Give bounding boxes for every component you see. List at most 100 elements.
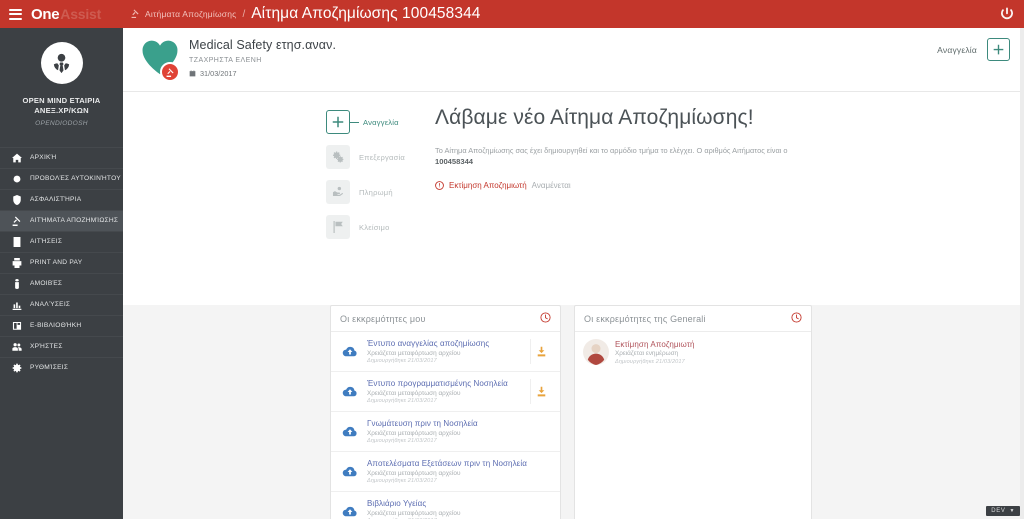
clock-alert-icon (435, 181, 444, 191)
hamburger-icon[interactable] (9, 8, 22, 20)
cloud-upload-icon (339, 464, 361, 480)
list-item[interactable]: Έντυπο αναγγελίας αποζημίωσης Χρειάζεται … (331, 332, 560, 372)
chevron-down-icon: ▼ (1009, 508, 1015, 514)
sidebar-item-label: Print and Pay (30, 259, 83, 266)
chart-icon (11, 300, 22, 310)
list-item-title: Έντυπο προγραμματισμένης Νοσηλεία (367, 379, 508, 388)
brand-primary-text: One (31, 5, 60, 23)
list-item-text: Βιβλιάριο Υγείας Χρειάζεται μεταφόρτωση α… (361, 499, 552, 519)
sidebar-item-label: Αναλύσεις (30, 301, 71, 308)
sidebar-item-1[interactable]: Αρχική (0, 146, 123, 168)
gear-icon (11, 363, 22, 373)
sidebar-item-5[interactable]: Αιτήσεις (0, 230, 123, 252)
avatar (40, 42, 83, 84)
step-label: Επεξεργασία (359, 152, 405, 162)
gavel-icon (131, 8, 140, 20)
sidebar-item-2[interactable]: Προβολές Αυτοκινήτου (0, 167, 123, 189)
user-profile: OPEN MIND ETAIPIA ANEΞ.ΧΡ/ΚΩΝ OPENDIODOS… (0, 28, 123, 139)
avatar-icon (583, 339, 609, 365)
users-icon (11, 342, 22, 352)
product-icon-wrap (138, 36, 186, 84)
sidebar-item-label: Αρχική (30, 154, 57, 161)
sidebar-item-label: Προβολές Αυτοκινήτου (30, 175, 121, 182)
step-2[interactable]: Επεξεργασία (326, 145, 426, 169)
sidebar-item-9[interactable]: e-Βιβλιοθήκη (0, 314, 123, 336)
breadcrumb-parent-link[interactable]: Αιτήματα Αποζημίωσης (145, 9, 236, 19)
sidebar-item-3[interactable]: Ασφαλιστήρια (0, 188, 123, 210)
list-item-text: Αποτελέσματα Εξετάσεων πριν τη Νοσηλεία Χ… (361, 459, 552, 484)
list-item[interactable]: Βιβλιάριο Υγείας Χρειάζεται μεταφόρτωση α… (331, 492, 560, 519)
sidebar-item-8[interactable]: Αναλύσεις (0, 293, 123, 315)
coins-icon (11, 278, 22, 289)
list-item-subtitle: Χρειάζεται μεταφόρτωση αρχείου (367, 469, 461, 477)
list-item[interactable]: Εκτίμηση Αποζημιωτή Χρειάζεται ενημέρωση Δ… (575, 332, 811, 372)
list-item-subtitle: Χρειάζεται ενημέρωση (615, 350, 679, 357)
list-item-title: Αποτελέσματα Εξετάσεων πριν τη Νοσηλεία (367, 459, 527, 468)
top-bar: One Assist Αιτήματα Αποζημίωσης / Αίτημα… (0, 0, 1024, 28)
sidebar-item-4[interactable]: Αιτήματα Αποζημίωσης (0, 209, 123, 231)
panel-title: Οι εκκρεμότητες μου (340, 313, 426, 324)
sidebar-item-7[interactable]: Αμοιβές (0, 272, 123, 294)
page-scrollbar[interactable] (1020, 28, 1024, 519)
claim-badge (160, 62, 180, 82)
print-icon (11, 257, 22, 268)
list-item-title: Γνωμάτευση πριν τη Νοσηλεία (367, 419, 478, 428)
step-3[interactable]: Πληρωμή (326, 180, 426, 204)
shield-icon (11, 194, 22, 205)
plus-icon[interactable] (326, 110, 350, 134)
list-item-meta: Δημιουργήθηκε 21/03/2017 (367, 478, 437, 484)
sidebar-nav: Αρχική Προβολές Αυτοκινήτου Ασφαλιστήρια Αι… (0, 146, 123, 378)
panel-my-pending: Οι εκκρεμότητες μου Έντυπο αναγγελίας απ… (330, 305, 561, 519)
circle-icon (11, 174, 22, 184)
clock-icon (791, 310, 802, 328)
policy-header: Medical Safety ετησ.αναν. ΤΖΑΧΡΗΣΤΑ ΕΛΕΝ… (123, 28, 1024, 119)
sidebar-item-label: e-Βιβλιοθήκη (30, 322, 82, 329)
home-icon (11, 153, 22, 163)
brand-logo[interactable]: One Assist (31, 6, 101, 23)
list-item-subtitle: Χρειάζεται μεταφόρτωση αρχείου (367, 429, 461, 437)
claim-number: 100458344 (435, 157, 474, 167)
payment-icon[interactable] (326, 180, 350, 204)
overview-section: Αναγγελία Επεξεργασία Πληρωμή Κλείσιμο Λάβα… (123, 92, 1024, 305)
overview-description-text: Το Αίτημα Αποζημίωσης σας έχει δημιουργη… (435, 146, 788, 155)
gears-icon[interactable] (326, 145, 350, 169)
claim-steps: Αναγγελία Επεξεργασία Πληρωμή Κλείσιμο (326, 110, 426, 250)
list-item[interactable]: Έντυπο προγραμματισμένης Νοσηλεία Χρειάζε… (331, 372, 560, 412)
list-item-meta: Δημιουργήθηκε 21/03/2017 (615, 358, 685, 365)
download-icon[interactable] (530, 339, 552, 364)
download-icon[interactable] (530, 379, 552, 404)
list-item-text: Έντυπο αναγγελίας αποζημίωσης Χρειάζεται … (361, 339, 530, 364)
dev-badge[interactable]: DEV ▼ (986, 506, 1020, 516)
sidebar-item-label: Ρυθμίσεις (30, 364, 69, 371)
sidebar-item-label: Αιτήσεις (30, 238, 63, 245)
app-root: One Assist Αιτήματα Αποζημίωσης / Αίτημα… (0, 0, 1024, 519)
logo-zone: One Assist (0, 0, 123, 28)
list-item-title: Εκτίμηση Αποζημιωτή (615, 339, 695, 349)
plus-icon (993, 44, 1004, 55)
dev-badge-label: DEV (991, 508, 1006, 514)
panel-header: Οι εκκρεμότητες μου (331, 306, 560, 332)
policy-date-text: 31/03/2017 (200, 69, 237, 78)
list-item[interactable]: Αποτελέσματα Εξετάσεων πριν τη Νοσηλεία Χ… (331, 452, 560, 492)
panel-rows: Έντυπο αναγγελίας αποζημίωσης Χρειάζεται … (331, 332, 560, 519)
calendar-icon (189, 70, 196, 77)
breadcrumb-current: Αίτημα Αποζημίωσης 100458344 (251, 5, 481, 22)
sidebar-item-label: Αμοιβές (30, 280, 63, 287)
step-4[interactable]: Κλείσιμο (326, 215, 426, 239)
list-item[interactable]: Γνωμάτευση πριν τη Νοσηλεία Χρειάζεται με… (331, 412, 560, 452)
sidebar-item-10[interactable]: Χρήστες (0, 335, 123, 357)
step-label: Κλείσιμο (359, 222, 390, 232)
sidebar-item-6[interactable]: Print and Pay (0, 251, 123, 273)
document-icon (11, 236, 22, 247)
step-1[interactable]: Αναγγελία (326, 110, 426, 134)
overview-content: Λάβαμε νέο Αίτημα Αποζημίωσης! Το Αίτημα… (435, 106, 944, 190)
list-item-subtitle: Χρειάζεται μεταφόρτωση αρχείου (367, 509, 461, 517)
sidebar-item-11[interactable]: Ρυθμίσεις (0, 356, 123, 378)
status-label: Εκτίμηση Αποζημιωτή (449, 181, 527, 191)
flag-icon[interactable] (326, 215, 350, 239)
add-announcement-button[interactable] (987, 38, 1010, 61)
status-value: Αναμένεται (531, 181, 571, 191)
sidebar-item-label: Χρήστες (30, 343, 63, 350)
power-icon[interactable] (999, 6, 1015, 22)
announce-action: Αναγγελία (937, 38, 1010, 61)
